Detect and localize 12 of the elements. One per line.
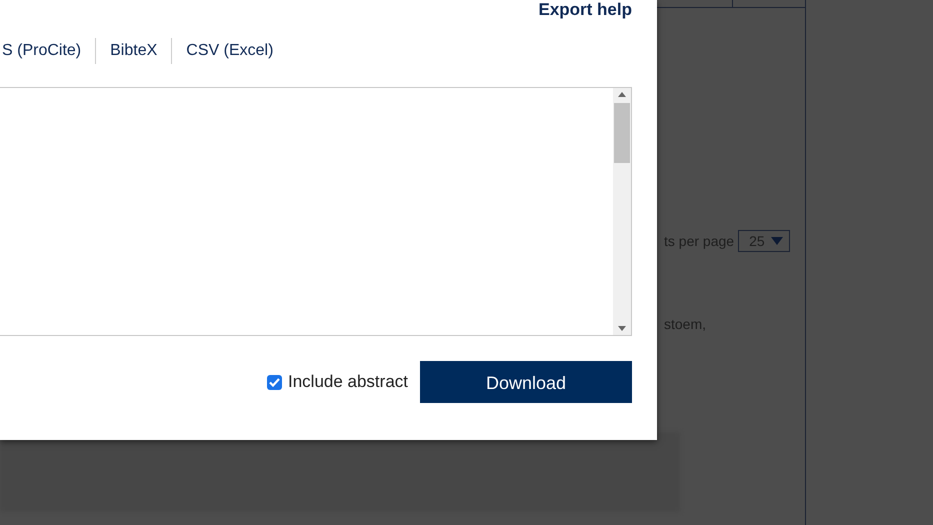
include-abstract-label: Include abstract: [288, 372, 408, 392]
caret-icon: [770, 237, 783, 245]
scroll-down-icon[interactable]: [618, 326, 626, 331]
format-link[interactable]: CSV (Excel): [171, 38, 288, 64]
export-help-link[interactable]: Export help: [538, 0, 632, 20]
format-link[interactable]: S (ProCite): [0, 38, 96, 64]
scrollbar[interactable]: [613, 88, 631, 335]
scroll-up-icon[interactable]: [618, 92, 626, 97]
format-link[interactable]: BibteX: [95, 38, 172, 64]
checkbox[interactable]: [266, 374, 282, 390]
download-button[interactable]: Download: [420, 361, 632, 403]
scrollbar-thumb[interactable]: [614, 103, 630, 163]
